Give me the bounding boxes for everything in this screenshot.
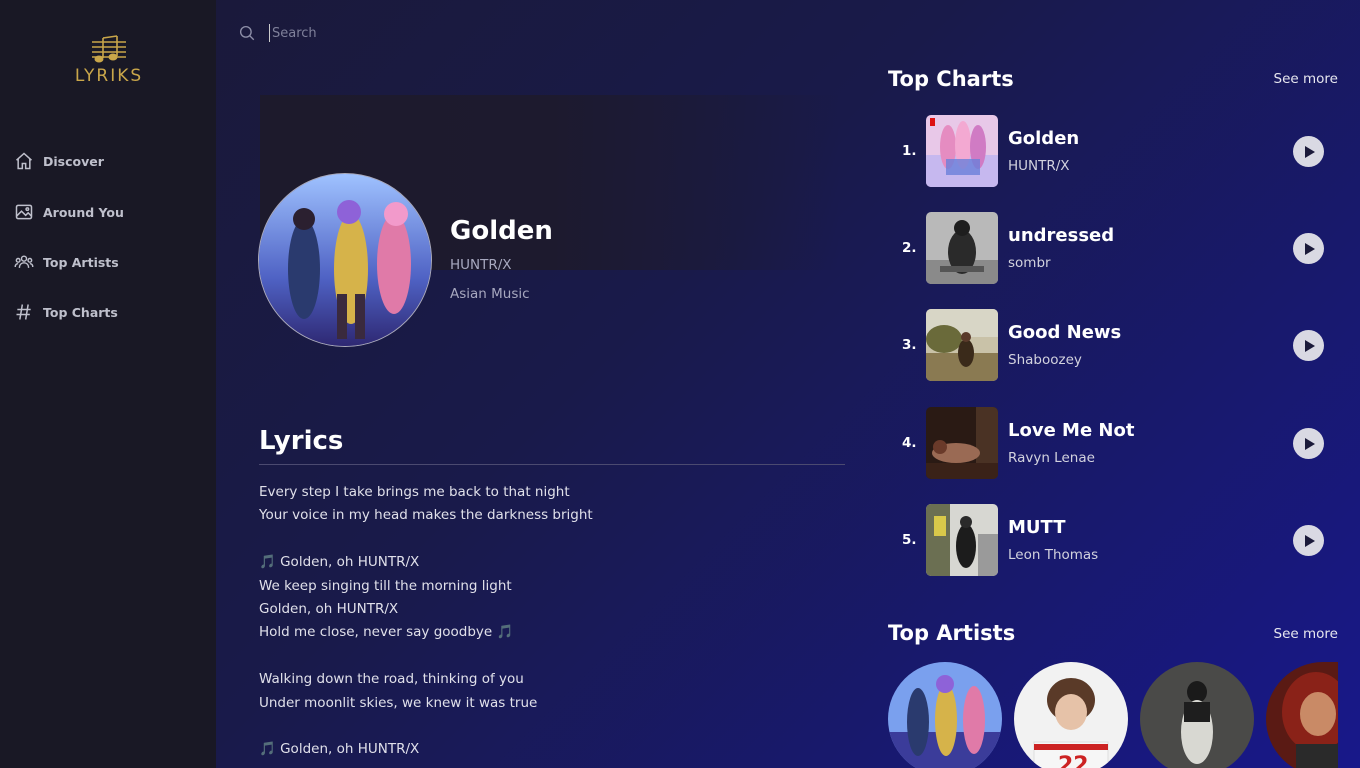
lyric-line: We keep singing till the morning light <box>259 577 512 594</box>
sidebar-item-label: Top Charts <box>43 304 118 320</box>
play-button[interactable] <box>1293 428 1324 459</box>
sidebar-item-top-artists[interactable]: Top Artists <box>14 250 119 274</box>
play-icon <box>1304 437 1315 450</box>
chart-rank: 2. <box>902 240 917 256</box>
lyric-line <box>259 528 839 551</box>
chart-cover-art <box>926 504 998 576</box>
lyrics-body: Every step I take brings me back to that… <box>259 481 839 762</box>
song-cover-art <box>258 173 432 347</box>
artist-avatar[interactable] <box>1266 662 1338 768</box>
chart-row[interactable]: 3. Good News Shaboozey <box>890 309 1330 381</box>
song-genre: Asian Music <box>450 286 530 302</box>
chart-cover-art <box>926 115 998 187</box>
search-icon <box>239 25 255 41</box>
lyric-line: Golden, oh HUNTR/X <box>259 600 399 617</box>
sidebar-item-around-you[interactable]: Around You <box>14 200 124 224</box>
chart-rank: 1. <box>902 143 917 159</box>
chart-song-title[interactable]: MUTT <box>1008 517 1066 538</box>
play-button[interactable] <box>1293 525 1324 556</box>
chart-song-title[interactable]: Love Me Not <box>1008 420 1134 441</box>
top-artists-heading: Top Artists <box>888 621 1016 645</box>
search-input[interactable] <box>269 24 669 42</box>
sidebar-item-label: Top Artists <box>43 254 119 270</box>
lyric-line: Walking down the road, thinking of you <box>259 671 524 688</box>
home-icon <box>16 152 32 170</box>
artist-avatar[interactable]: 22 <box>1014 662 1128 768</box>
play-icon <box>1304 339 1315 352</box>
sidebar-item-top-charts[interactable]: Top Charts <box>14 300 118 324</box>
lyric-line <box>259 715 839 738</box>
sidebar-item-label: Discover <box>43 153 104 169</box>
sidebar-item-label: Around You <box>43 204 124 220</box>
lyrics-heading: Lyrics <box>259 426 344 456</box>
chart-song-artist[interactable]: Leon Thomas <box>1008 547 1098 563</box>
chart-rank: 5. <box>902 532 917 548</box>
lyrics-divider <box>259 464 845 465</box>
top-charts-see-more-link[interactable]: See more <box>1274 71 1338 87</box>
artist-avatar[interactable] <box>888 662 1002 768</box>
hash-icon <box>16 304 31 320</box>
music-notes-icon <box>92 35 126 63</box>
sidebar: LYRIKS Discover Around You Top Artists T… <box>0 0 216 768</box>
chart-cover-art <box>926 407 998 479</box>
chart-cover-art <box>926 309 998 381</box>
chart-song-artist[interactable]: Shaboozey <box>1008 352 1082 368</box>
lyric-line <box>259 645 839 668</box>
top-charts-heading: Top Charts <box>888 67 1014 91</box>
chart-song-title[interactable]: Good News <box>1008 322 1121 343</box>
play-icon <box>1304 242 1315 255</box>
lyric-line: 🎵 Golden, oh HUNTR/X <box>259 741 420 758</box>
lyric-line: Hold me close, never say goodbye 🎵 <box>259 624 514 641</box>
chart-row[interactable]: 2. undressed sombr <box>890 212 1330 284</box>
play-button[interactable] <box>1293 233 1324 264</box>
top-artists-see-more-link[interactable]: See more <box>1274 626 1338 642</box>
song-title: Golden <box>450 216 553 246</box>
play-button[interactable] <box>1293 136 1324 167</box>
logo-text: LYRIKS <box>74 66 144 86</box>
lyric-line: Under moonlit skies, we knew it was true <box>259 694 538 711</box>
chart-song-artist[interactable]: HUNTR/X <box>1008 158 1070 174</box>
play-icon <box>1304 534 1315 547</box>
app-logo[interactable]: LYRIKS <box>64 34 154 86</box>
chart-rank: 3. <box>902 337 917 353</box>
lyric-line: Every step I take brings me back to that… <box>259 484 570 500</box>
chart-song-title[interactable]: undressed <box>1008 225 1114 246</box>
song-artist[interactable]: HUNTR/X <box>450 257 512 273</box>
artist-avatar[interactable] <box>1140 662 1254 768</box>
lyric-line: 🎵 Golden, oh HUNTR/X <box>259 554 420 571</box>
chart-song-title[interactable]: Golden <box>1008 128 1079 149</box>
chart-rank: 4. <box>902 435 917 451</box>
chart-row[interactable]: 4. Love Me Not Ravyn Lenae <box>890 407 1330 479</box>
search-bar <box>238 22 669 44</box>
users-icon <box>14 255 34 268</box>
lyric-line: Your voice in my head makes the darkness… <box>259 507 593 524</box>
chart-row[interactable]: 5. MUTT Leon Thomas <box>890 504 1330 576</box>
svg-text:22: 22 <box>1058 753 1089 768</box>
image-icon <box>15 204 33 220</box>
play-icon <box>1304 145 1315 158</box>
chart-cover-art <box>926 212 998 284</box>
chart-song-artist[interactable]: Ravyn Lenae <box>1008 450 1095 466</box>
play-button[interactable] <box>1293 330 1324 361</box>
chart-row[interactable]: 1. Golden HUNTR/X <box>890 115 1330 187</box>
chart-song-artist[interactable]: sombr <box>1008 255 1051 271</box>
sidebar-item-discover[interactable]: Discover <box>14 149 104 173</box>
